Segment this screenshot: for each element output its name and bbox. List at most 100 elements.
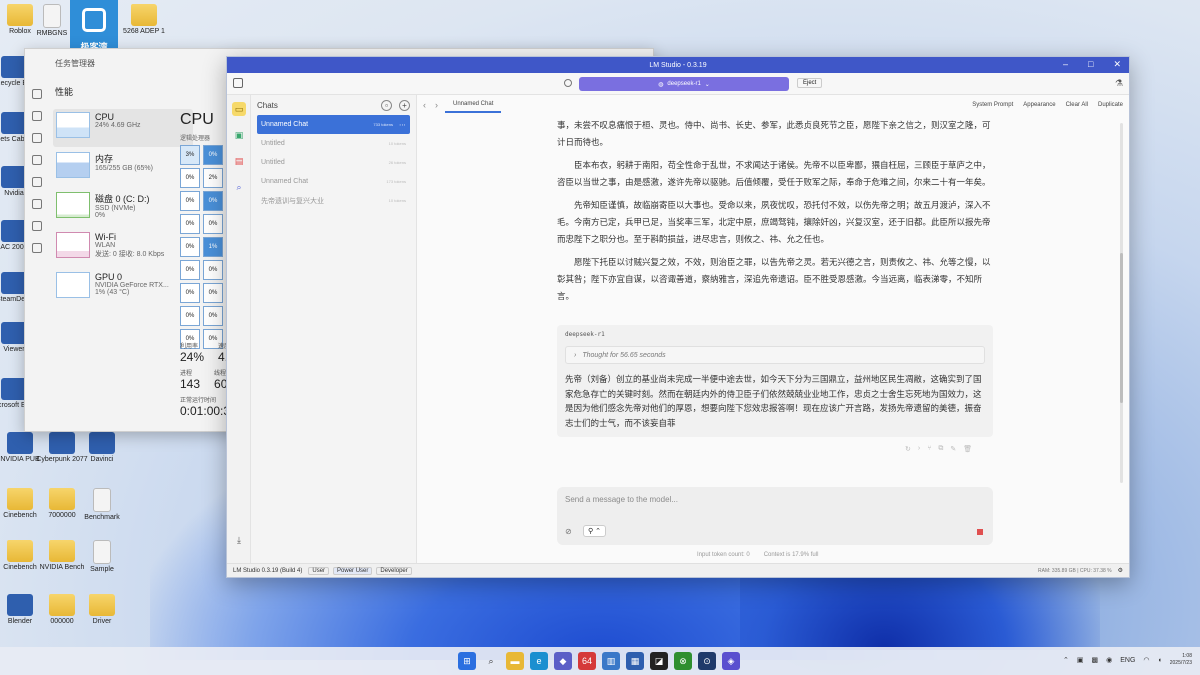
- back-icon[interactable]: ‹: [423, 100, 426, 110]
- perf-item[interactable]: Wi-Fi WLAN 发送: 0 接收: 8.0 Kbps: [53, 229, 193, 267]
- task-manager-icon[interactable]: ▥: [602, 652, 620, 670]
- sidebar-toggle-icon[interactable]: [233, 78, 243, 88]
- chat-name: Untitled: [261, 159, 285, 166]
- perf-item[interactable]: GPU 0 NVIDIA GeForce RTX... 1% (43 °C): [53, 269, 193, 307]
- model-selector[interactable]: ◍ deepseek-r1 ⌄: [579, 77, 789, 91]
- downloads-icon[interactable]: ⤓: [232, 533, 246, 547]
- new-folder-icon[interactable]: ▫: [381, 99, 392, 111]
- gear-icon[interactable]: ⚙: [1118, 567, 1123, 574]
- regenerate-icon[interactable]: ↻: [905, 445, 911, 453]
- volume-icon[interactable]: ◖: [1158, 657, 1162, 664]
- teams-icon[interactable]: ◆: [554, 652, 572, 670]
- aida64-icon[interactable]: 64: [578, 652, 596, 670]
- beaker-icon[interactable]: ⚗: [1115, 78, 1123, 89]
- search-icon[interactable]: ⌕: [482, 652, 500, 670]
- chat-list-item[interactable]: 先帝遗训与复兴大业 10 tokens: [257, 191, 410, 210]
- desktop-icon[interactable]: 5268 ADEP 1: [118, 4, 170, 35]
- message-composer[interactable]: Send a message to the model... ⊘ ⚲ ⌃: [557, 487, 993, 545]
- history-icon[interactable]: [32, 155, 42, 165]
- desktop-icon[interactable]: Davinci: [76, 432, 128, 463]
- desktop-icon[interactable]: Benchmark: [76, 488, 128, 521]
- perf-item[interactable]: CPU 24% 4.69 GHz: [53, 109, 193, 147]
- start-icon[interactable]: ⊞: [458, 652, 476, 670]
- copy-icon[interactable]: ⧉: [938, 445, 943, 453]
- perf-graph: [56, 232, 90, 258]
- toolbar-button-appearance[interactable]: Appearance: [1023, 102, 1055, 108]
- details-icon[interactable]: [32, 221, 42, 231]
- developer-icon[interactable]: ▣: [232, 128, 246, 142]
- discover-icon[interactable]: ⌕: [232, 180, 246, 194]
- desktop-icon-label: Davinci: [90, 456, 114, 463]
- chat-list-item[interactable]: Untitled 10 tokens: [257, 134, 410, 153]
- lm-studio-icon[interactable]: ◈: [722, 652, 740, 670]
- perf-item-text: CPU 24% 4.69 GHz: [95, 112, 141, 144]
- edge-icon[interactable]: e: [530, 652, 548, 670]
- processes-icon[interactable]: [32, 111, 42, 121]
- more-icon[interactable]: ⋯: [399, 121, 406, 129]
- store-icon[interactable]: ▦: [626, 652, 644, 670]
- tray-app-icon[interactable]: ▣: [1077, 656, 1084, 664]
- desktop-icon[interactable]: Sample: [76, 540, 128, 573]
- perf-item-sub2: 1% (43 °C): [95, 289, 130, 296]
- capcut-icon[interactable]: ◪: [650, 652, 668, 670]
- stop-button[interactable]: [977, 529, 983, 535]
- performance-icon[interactable]: [32, 133, 42, 143]
- eject-button[interactable]: Eject: [797, 78, 823, 88]
- file-icon: [93, 540, 111, 564]
- xbox-icon[interactable]: ⊗: [674, 652, 692, 670]
- tab-bar: ‹ › Unnamed Chat System Prompt Appearance…: [417, 95, 1129, 115]
- lang-indicator[interactable]: ENG: [1120, 657, 1135, 664]
- mode-button[interactable]: Power User: [333, 566, 373, 575]
- perf-graph: [56, 112, 90, 138]
- toolbar-button-duplicate[interactable]: Duplicate: [1098, 102, 1123, 108]
- chat-list-item[interactable]: Untitled 26 tokens: [257, 153, 410, 172]
- scroll-thumb[interactable]: [1120, 253, 1123, 403]
- file-icon: [93, 488, 111, 512]
- core-cell: 0%: [203, 214, 223, 234]
- forward-icon[interactable]: ›: [435, 100, 438, 110]
- edit-icon[interactable]: ✎: [950, 445, 956, 453]
- mode-button[interactable]: User: [308, 566, 330, 575]
- tray-edge-icon[interactable]: ◉: [1106, 656, 1112, 664]
- toolbar-button-system-prompt[interactable]: System Prompt: [972, 102, 1013, 108]
- assistant-model-label: deepseek-r1: [565, 331, 605, 338]
- file-explorer-icon[interactable]: ▬: [506, 652, 524, 670]
- attach-icon[interactable]: ⊘: [565, 527, 572, 536]
- close-icon[interactable]: ✕: [1113, 59, 1121, 70]
- mode-button[interactable]: Developer: [376, 566, 412, 575]
- clock[interactable]: 1:08 2025/7/23: [1170, 653, 1192, 667]
- delete-icon[interactable]: 🗑: [963, 445, 972, 453]
- scrollbar[interactable]: [1120, 123, 1123, 483]
- mode-selector[interactable]: ⚲ ⌃: [583, 525, 606, 537]
- assistant-answer: 先帝（刘备）创立的基业尚未完成一半便中途去世，如今天下分为三国鼎立，益州地区民生…: [565, 374, 982, 428]
- tab-chat[interactable]: Unnamed Chat: [445, 97, 502, 113]
- new-chat-icon[interactable]: +: [399, 99, 410, 111]
- continue-icon[interactable]: ›: [918, 445, 920, 453]
- chat-name: Unnamed Chat: [261, 178, 309, 185]
- core-cell: 0%: [203, 306, 223, 326]
- services-icon[interactable]: [32, 243, 42, 253]
- chat-list-item[interactable]: Unnamed Chat 173 tokens: [257, 172, 410, 191]
- maximize-icon[interactable]: □: [1088, 59, 1093, 70]
- message-input[interactable]: Send a message to the model...: [565, 495, 678, 504]
- chat-list-item[interactable]: Unnamed Chat 733 tokens ⋯: [257, 115, 410, 134]
- toolbar-button-clear-all[interactable]: Clear All: [1066, 102, 1088, 108]
- branch-icon[interactable]: ⑂: [927, 445, 931, 453]
- users-icon[interactable]: [32, 199, 42, 209]
- steam-icon[interactable]: ⊙: [698, 652, 716, 670]
- thought-toggle[interactable]: › Thought for 56.65 seconds: [565, 346, 985, 364]
- startup-icon[interactable]: [32, 177, 42, 187]
- perf-item[interactable]: 内存 165/255 GB (65%): [53, 149, 193, 187]
- perf-item[interactable]: 磁盘 0 (C: D:) SSD (NVMe) 0%: [53, 189, 193, 227]
- nvidia-icon[interactable]: ▩: [1092, 656, 1099, 664]
- tray-overflow-icon[interactable]: ⌃: [1063, 656, 1069, 664]
- desktop-icon[interactable]: Driver: [76, 594, 128, 625]
- chat-icon[interactable]: ▭: [232, 102, 246, 116]
- folder-icon: [7, 540, 33, 562]
- wifi-icon[interactable]: ◠: [1143, 656, 1149, 664]
- minimize-icon[interactable]: –: [1063, 59, 1068, 70]
- model-settings-icon[interactable]: [564, 79, 572, 87]
- my-models-icon[interactable]: ▤: [232, 154, 246, 168]
- menu-icon[interactable]: [32, 89, 42, 99]
- resource-usage: RAM: 335.89 GB | CPU: 37.38 %: [1038, 567, 1112, 574]
